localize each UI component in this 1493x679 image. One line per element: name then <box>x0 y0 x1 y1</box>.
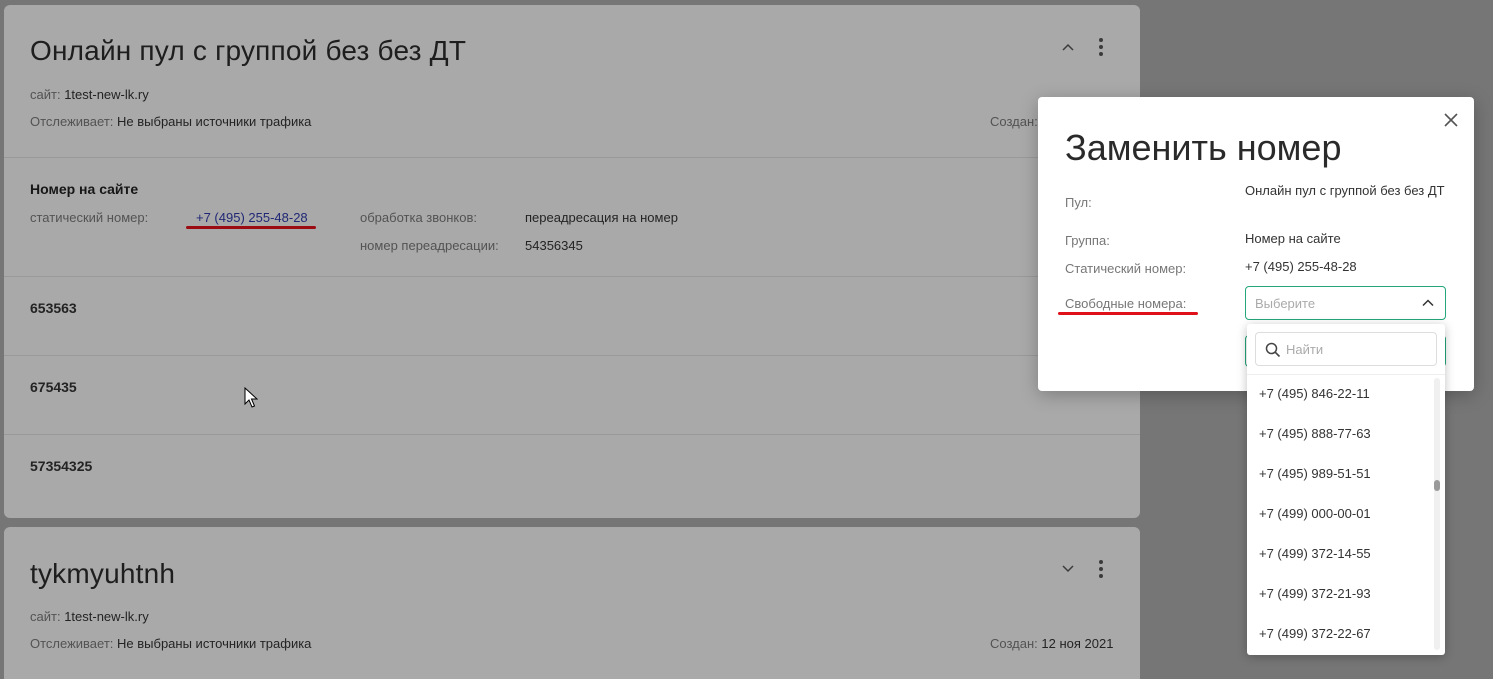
options-list: +7 (495) 846-22-11 +7 (495) 888-77-63 +7… <box>1247 374 1435 655</box>
group-label: Группа: <box>1065 233 1110 248</box>
free-numbers-select[interactable]: Выберите <box>1245 286 1446 320</box>
scrollbar-track[interactable] <box>1434 378 1440 650</box>
dropdown-option[interactable]: +7 (499) 000-00-01 <box>1247 494 1435 534</box>
pool-value: Онлайн пул с группой без без ДТ <box>1245 183 1445 198</box>
modal-title: Заменить номер <box>1065 127 1342 168</box>
dropdown-option[interactable]: +7 (499) 372-22-67 <box>1247 614 1435 654</box>
close-icon[interactable] <box>1443 112 1459 128</box>
search-input[interactable] <box>1286 339 1431 359</box>
dropdown-option[interactable]: +7 (499) 372-21-93 <box>1247 574 1435 614</box>
chevron-up-icon <box>1422 299 1434 307</box>
pool-label: Пул: <box>1065 195 1092 210</box>
static-number-label: Статический номер: <box>1065 261 1187 276</box>
dropdown-option[interactable]: +7 (495) 846-22-11 <box>1247 374 1435 414</box>
scrollbar-thumb[interactable] <box>1434 480 1440 491</box>
annotation-underline <box>1058 312 1198 315</box>
dropdown-option[interactable]: +7 (495) 888-77-63 <box>1247 414 1435 454</box>
search-icon <box>1265 342 1281 358</box>
free-numbers-label: Свободные номера: <box>1065 296 1187 311</box>
dropdown-option[interactable]: +7 (495) 989-51-51 <box>1247 454 1435 494</box>
free-numbers-dropdown: +7 (495) 846-22-11 +7 (495) 888-77-63 +7… <box>1247 324 1445 655</box>
group-value: Номер на сайте <box>1245 231 1341 246</box>
search-field[interactable] <box>1255 332 1437 366</box>
static-number-value: +7 (495) 255-48-28 <box>1245 259 1357 274</box>
select-placeholder: Выберите <box>1255 296 1316 311</box>
dropdown-option[interactable]: +7 (499) 372-14-55 <box>1247 534 1435 574</box>
mouse-cursor-icon <box>244 387 258 408</box>
